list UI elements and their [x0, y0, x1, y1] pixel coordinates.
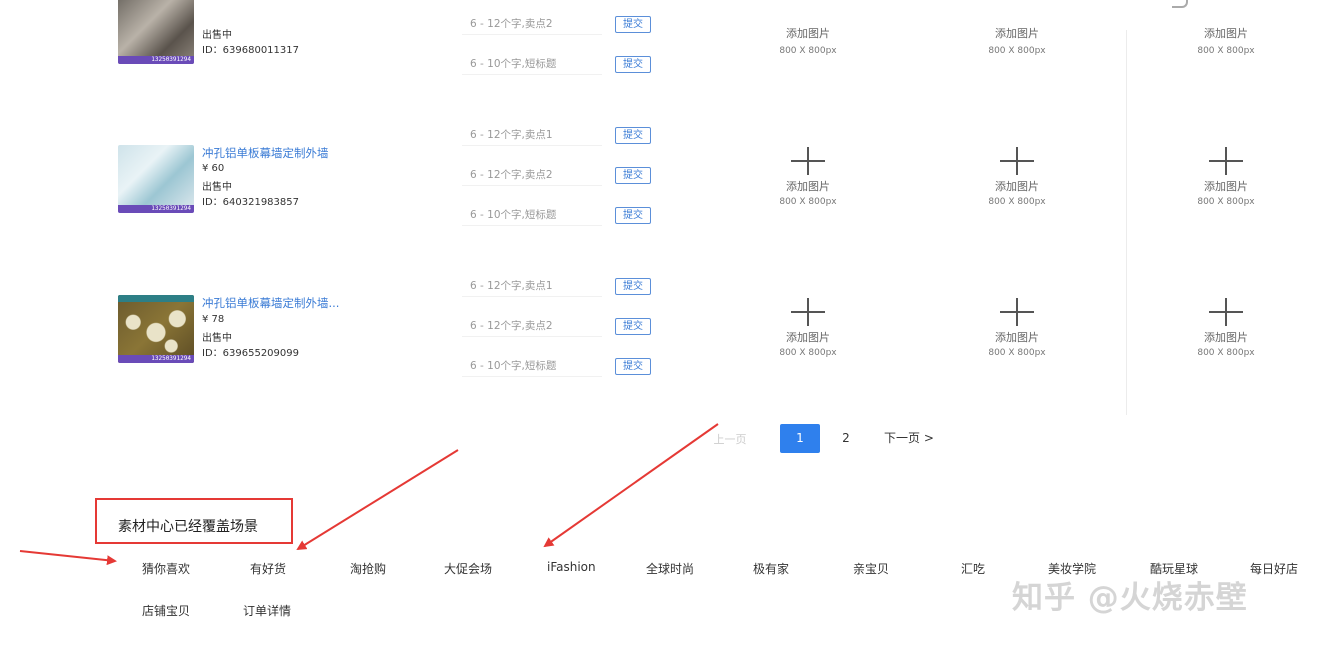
add-image-button[interactable]: 添加图片 800 X 800px — [763, 147, 853, 217]
add-image-button[interactable]: 添加图片 800 X 800px — [763, 298, 853, 368]
page-2-button[interactable]: 2 — [836, 424, 856, 453]
submit-button[interactable]: 提交 — [615, 358, 651, 375]
plus-icon — [1000, 298, 1034, 326]
scenario-item[interactable]: 极有家 — [753, 560, 789, 577]
selling-point-row: 6 - 12个字,卖点2 提交 — [462, 315, 652, 337]
selling-point-input[interactable]: 6 - 12个字,卖点1 — [462, 124, 602, 146]
scenario-item[interactable]: 猜你喜欢 — [142, 560, 190, 577]
plus-icon — [1000, 147, 1034, 175]
short-title-input[interactable]: 6 - 10个字,短标题 — [462, 204, 602, 226]
product-item-1[interactable]: 13250391294 出售中 ID：639680011317 — [118, 0, 378, 86]
scenario-item[interactable]: iFashion — [547, 560, 596, 574]
add-image-button[interactable]: 添加图片 800 X 800px — [972, 147, 1062, 217]
selling-point-row: 6 - 12个字,卖点2 提交 — [462, 164, 652, 186]
product-id: ID：639655209099 — [202, 348, 299, 359]
submit-button[interactable]: 提交 — [615, 127, 651, 144]
plus-icon — [1209, 147, 1243, 175]
add-image-button[interactable]: 添加图片 800 X 800px — [1181, 0, 1271, 67]
column-divider — [1126, 30, 1127, 415]
selling-point-input[interactable]: 6 - 12个字,卖点1 — [462, 275, 602, 297]
submit-button[interactable]: 提交 — [615, 278, 651, 295]
submit-button[interactable]: 提交 — [615, 318, 651, 335]
short-title-row: 6 - 10个字,短标题 提交 — [462, 53, 652, 75]
product-id: ID：640321983857 — [202, 197, 299, 208]
page-1-button[interactable]: 1 — [780, 424, 820, 453]
short-title-row: 6 - 10个字,短标题 提交 — [462, 204, 652, 226]
scenario-item[interactable]: 亲宝贝 — [853, 560, 889, 577]
product-title[interactable]: 冲孔铝单板幕墙定制外墙 — [202, 145, 329, 161]
product-thumbnail[interactable]: 13250391294 — [118, 145, 194, 213]
selling-point-input[interactable]: 6 - 12个字,卖点2 — [462, 315, 602, 337]
product-id: ID：639680011317 — [202, 45, 299, 56]
product-title[interactable]: 冲孔铝单板幕墙定制外墙... — [202, 295, 339, 311]
submit-button[interactable]: 提交 — [615, 207, 651, 224]
prev-page-button[interactable]: 上一页 — [692, 426, 768, 454]
scenario-item[interactable]: 全球时尚 — [646, 560, 694, 577]
scenario-item[interactable]: 汇吃 — [961, 560, 985, 577]
scenario-item[interactable]: 淘抢购 — [350, 560, 386, 577]
scenario-item[interactable]: 大促会场 — [444, 560, 492, 577]
submit-button[interactable]: 提交 — [615, 56, 651, 73]
selling-point-row: 6 - 12个字,卖点1 提交 — [462, 275, 652, 297]
product-thumbnail[interactable]: 13250391294 — [118, 295, 194, 363]
selling-point-input[interactable]: 6 - 12个字,卖点2 — [462, 164, 602, 186]
add-image-button[interactable]: 添加图片 800 X 800px — [1181, 298, 1271, 368]
add-image-button[interactable]: 添加图片 800 X 800px — [972, 298, 1062, 368]
scenario-item[interactable]: 订单详情 — [243, 602, 291, 619]
arrow-to-second-scenario — [296, 449, 459, 551]
scenario-item[interactable]: 每日好店 — [1250, 560, 1298, 577]
scenario-item[interactable]: 有好货 — [250, 560, 286, 577]
selling-point-row: 6 - 12个字,卖点1 提交 — [462, 124, 652, 146]
scenario-item[interactable]: 店铺宝贝 — [142, 602, 190, 619]
plus-icon — [791, 298, 825, 326]
add-image-button[interactable]: 添加图片 800 X 800px — [972, 0, 1062, 67]
selling-point-row: 6 - 12个字,卖点2 提交 — [462, 13, 652, 35]
arrow-to-first-scenario — [19, 550, 117, 566]
product-status: 出售中 — [202, 30, 232, 41]
product-item-2[interactable]: 13250391294 冲孔铝单板幕墙定制外墙 ¥ 60 出售中 ID：6403… — [118, 145, 378, 235]
plus-icon — [1209, 298, 1243, 326]
product-thumbnail[interactable]: 13250391294 — [118, 0, 194, 64]
product-status: 出售中 — [202, 333, 232, 344]
watermark: 知乎 @火烧赤壁 — [1012, 580, 1248, 616]
add-image-button[interactable]: 添加图片 800 X 800px — [1181, 147, 1271, 217]
add-image-button[interactable]: 添加图片 800 X 800px — [763, 0, 853, 67]
product-status: 出售中 — [202, 182, 232, 193]
product-price: ¥ 60 — [202, 163, 225, 174]
scenario-section-title: 素材中心已经覆盖场景 — [118, 519, 258, 535]
plus-icon — [791, 147, 825, 175]
next-page-button[interactable]: 下一页 > — [884, 424, 948, 453]
submit-button[interactable]: 提交 — [615, 16, 651, 33]
short-title-row: 6 - 10个字,短标题 提交 — [462, 355, 652, 377]
submit-button[interactable]: 提交 — [615, 167, 651, 184]
product-item-3[interactable]: 13250391294 冲孔铝单板幕墙定制外墙... ¥ 78 出售中 ID：6… — [118, 295, 378, 385]
short-title-input[interactable]: 6 - 10个字,短标题 — [462, 355, 602, 377]
selling-point-input[interactable]: 6 - 12个字,卖点2 — [462, 13, 602, 35]
short-title-input[interactable]: 6 - 10个字,短标题 — [462, 53, 602, 75]
product-price: ¥ 78 — [202, 314, 225, 325]
